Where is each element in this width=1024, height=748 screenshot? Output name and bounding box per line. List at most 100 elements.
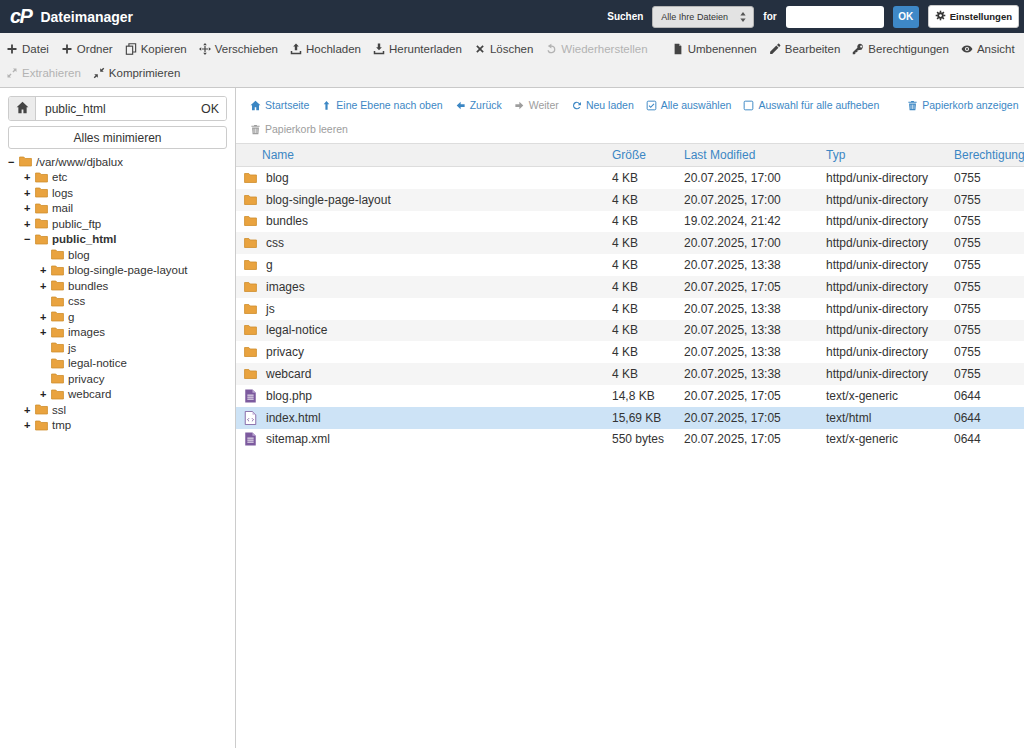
table-row-webcard[interactable]: webcard4 KB20.07.2025, 13:38httpd/unix-d… xyxy=(236,363,1024,385)
tree-item-label: mail xyxy=(52,202,73,214)
folder-icon xyxy=(244,214,257,228)
tree-item-legal-notice[interactable]: legal-notice xyxy=(8,356,227,372)
plus-expander-icon[interactable]: + xyxy=(40,388,51,400)
folder-icon xyxy=(244,258,257,272)
tree-item-label: public_html xyxy=(52,233,117,245)
tb-btn-umbenennen[interactable]: Umbenennen xyxy=(666,43,763,55)
home-button[interactable] xyxy=(9,97,36,120)
file-permissions: 0644 xyxy=(954,432,1024,446)
plus-expander-icon[interactable]: + xyxy=(24,202,35,214)
tb-btn-berechtigungen[interactable]: Berechtigungen xyxy=(846,43,955,55)
tb-btn-bearbeiten[interactable]: Bearbeiten xyxy=(763,43,847,55)
tree-item-tmp[interactable]: +tmp xyxy=(8,418,227,434)
tree-item-public-html[interactable]: − public_html xyxy=(8,232,227,248)
tree-item-etc[interactable]: +etc xyxy=(8,170,227,186)
plus-expander-icon[interactable]: + xyxy=(40,264,51,276)
tree-item-ssl[interactable]: +ssl xyxy=(8,402,227,418)
column-header-type[interactable]: Typ xyxy=(826,148,954,162)
select-arrows-icon xyxy=(739,11,747,23)
file-size: 4 KB xyxy=(612,193,684,207)
tb-btn-datei[interactable]: Datei xyxy=(0,43,55,55)
file-size: 4 KB xyxy=(612,367,684,381)
nav-link-neu-laden[interactable]: Neu laden xyxy=(565,99,640,111)
table-row-legal-notice[interactable]: legal-notice4 KB20.07.2025, 13:38httpd/u… xyxy=(236,320,1024,342)
collapse-all-button[interactable]: Alles minimieren xyxy=(8,126,227,149)
table-row-index-html[interactable]: index.html15,69 KB20.07.2025, 17:05text/… xyxy=(236,407,1024,429)
search-input[interactable] xyxy=(786,6,884,28)
minus-expander-icon[interactable]: − xyxy=(24,233,35,245)
tree-item-blog[interactable]: blog xyxy=(8,247,227,263)
file-permissions: 0755 xyxy=(954,214,1024,228)
tree-item-css[interactable]: css xyxy=(8,294,227,310)
label: Datei xyxy=(22,43,49,55)
tree-item-g[interactable]: +g xyxy=(8,309,227,325)
column-header-name[interactable]: Name xyxy=(236,148,612,162)
tree-item-js[interactable]: js xyxy=(8,340,227,356)
tb-btn-extrahieren[interactable]: Extrahieren xyxy=(0,67,87,79)
table-row-js[interactable]: js4 KB20.07.2025, 13:38httpd/unix-direct… xyxy=(236,298,1024,320)
column-header-modified[interactable]: Last Modified xyxy=(684,148,826,162)
nav-link-startseite[interactable]: Startseite xyxy=(244,99,315,111)
column-header-permissions[interactable]: Berechtigungen xyxy=(954,148,1024,162)
tb-btn-kopieren[interactable]: Kopieren xyxy=(119,43,193,55)
tree-item-privacy[interactable]: privacy xyxy=(8,371,227,387)
file-name: g xyxy=(266,258,273,272)
path-input[interactable] xyxy=(36,97,194,120)
tb-btn-hochladen[interactable]: Hochladen xyxy=(284,43,367,55)
file-name: images xyxy=(266,280,305,294)
tb-btn-l-schen[interactable]: Löschen xyxy=(468,43,539,55)
plus-expander-icon[interactable]: + xyxy=(40,280,51,292)
settings-button[interactable]: Einstellungen xyxy=(928,5,1019,28)
nav-link-papierkorb-leeren[interactable]: Papierkorb leeren xyxy=(244,123,354,135)
table-row-blog-single-page-layout[interactable]: blog-single-page-layout4 KB20.07.2025, 1… xyxy=(236,189,1024,211)
tb-btn-ansicht[interactable]: Ansicht xyxy=(955,43,1021,55)
plus-expander-icon[interactable]: + xyxy=(24,404,35,416)
nav-link-auswahl-f-r-alle-aufheben[interactable]: Auswahl für alle aufheben xyxy=(737,99,885,111)
tb-btn-ordner[interactable]: Ordner xyxy=(55,43,119,55)
tb-btn-verschieben[interactable]: Verschieben xyxy=(193,43,284,55)
folder-icon xyxy=(51,342,64,353)
path-ok-button[interactable]: OK xyxy=(194,97,226,120)
plus-expander-icon[interactable]: + xyxy=(24,419,35,431)
plus-expander-icon[interactable]: + xyxy=(24,187,35,199)
folder-icon xyxy=(19,156,32,167)
search-scope-select[interactable]: Alle Ihre Dateien xyxy=(652,6,754,28)
column-header-size[interactable]: Größe xyxy=(612,148,684,162)
table-row-blog-php[interactable]: blog.php14,8 KB20.07.2025, 17:05text/x-g… xyxy=(236,385,1024,407)
tree-item-logs[interactable]: +logs xyxy=(8,185,227,201)
tb-btn-wiederherstellen[interactable]: Wiederherstellen xyxy=(539,43,653,55)
tb-btn-komprimieren[interactable]: Komprimieren xyxy=(87,67,187,79)
plus-expander-icon[interactable]: + xyxy=(24,171,35,183)
tree-item-bundles[interactable]: +bundles xyxy=(8,278,227,294)
table-row-images[interactable]: images4 KB20.07.2025, 17:05httpd/unix-di… xyxy=(236,276,1024,298)
search-ok-button[interactable]: OK xyxy=(893,6,919,28)
nav-link-papierkorb-anzeigen[interactable]: Papierkorb anzeigen xyxy=(901,99,1024,111)
tree-item-images[interactable]: +images xyxy=(8,325,227,341)
home-icon xyxy=(16,100,29,118)
tree-item-var-www-djbalux[interactable]: −/var/www/djbalux xyxy=(8,154,227,170)
nav-link-eine-ebene-nach-oben[interactable]: Eine Ebene nach oben xyxy=(315,99,448,111)
plus-expander-icon[interactable]: + xyxy=(40,311,51,323)
folder-icon xyxy=(244,193,257,207)
tree-item-public-ftp[interactable]: +public_ftp xyxy=(8,216,227,232)
table-row-blog[interactable]: blog4 KB20.07.2025, 17:00httpd/unix-dire… xyxy=(236,167,1024,189)
table-row-bundles[interactable]: bundles4 KB19.02.2024, 21:42httpd/unix-d… xyxy=(236,211,1024,233)
tb-btn-herunterladen[interactable]: Herunterladen xyxy=(367,43,468,55)
nav-link-zur-ck[interactable]: Zurück xyxy=(449,99,508,111)
file-modified: 20.07.2025, 13:38 xyxy=(684,367,826,381)
table-row-g[interactable]: g4 KB20.07.2025, 13:38httpd/unix-directo… xyxy=(236,254,1024,276)
plus-expander-icon[interactable]: + xyxy=(24,218,35,230)
tree-item-blog-single-page-layout[interactable]: +blog-single-page-layout xyxy=(8,263,227,279)
nav-link-alle-ausw-hlen[interactable]: Alle auswählen xyxy=(640,99,738,111)
file-size: 4 KB xyxy=(612,323,684,337)
table-row-privacy[interactable]: privacy4 KB20.07.2025, 13:38httpd/unix-d… xyxy=(236,341,1024,363)
minus-expander-icon[interactable]: − xyxy=(8,156,19,168)
plus-expander-icon[interactable]: + xyxy=(40,326,51,338)
tree-item-webcard[interactable]: +webcard xyxy=(8,387,227,403)
tree-item-mail[interactable]: + mail xyxy=(8,201,227,217)
nav-link-weiter[interactable]: Weiter xyxy=(508,99,565,111)
table-row-sitemap-xml[interactable]: sitemap.xml550 bytes20.07.2025, 17:05tex… xyxy=(236,429,1024,451)
table-row-css[interactable]: css4 KB20.07.2025, 17:00httpd/unix-direc… xyxy=(236,232,1024,254)
restore-icon xyxy=(545,43,557,55)
file-size: 4 KB xyxy=(612,236,684,250)
